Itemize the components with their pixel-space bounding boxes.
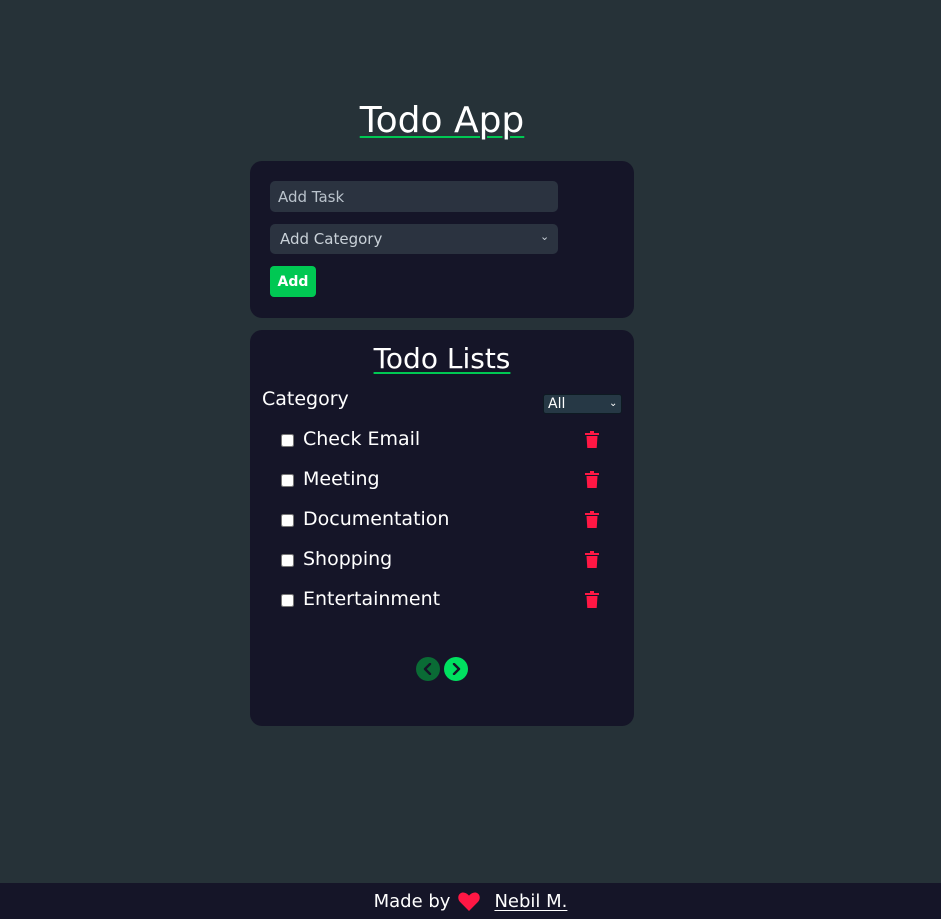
chevron-right-icon [452, 663, 461, 675]
list-title-text: Todo Lists [373, 342, 511, 375]
trash-icon[interactable] [585, 431, 599, 448]
next-page-button[interactable] [444, 657, 468, 681]
todo-item: Shopping [250, 541, 634, 581]
todo-item: Documentation [250, 501, 634, 541]
todo-text: Check Email [303, 428, 421, 450]
footer-made-by: Made by [373, 890, 451, 912]
trash-icon[interactable] [585, 591, 599, 608]
footer: Made by Nebil M. [0, 883, 941, 919]
chevron-left-icon [423, 663, 432, 675]
todo-text: Documentation [303, 508, 450, 530]
heart-icon [458, 891, 481, 911]
page-title: Todo App [0, 100, 884, 141]
todo-item: Entertainment [250, 581, 634, 621]
todo-checkbox[interactable] [281, 554, 294, 567]
category-filter-select[interactable]: All [543, 394, 622, 414]
todo-text: Entertainment [303, 588, 441, 610]
trash-icon[interactable] [585, 471, 599, 488]
todo-item: Meeting [250, 461, 634, 501]
trash-icon[interactable] [585, 511, 599, 528]
add-task-card: Add Category ⌄ Add [250, 161, 634, 318]
todo-checkbox[interactable] [281, 474, 294, 487]
todo-text: Meeting [303, 468, 380, 490]
todo-checkbox[interactable] [281, 514, 294, 527]
list-title: Todo Lists [250, 342, 634, 375]
todo-text: Shopping [303, 548, 393, 570]
task-input[interactable] [270, 181, 558, 212]
page-title-text: Todo App [359, 100, 525, 141]
todo-checkbox[interactable] [281, 594, 294, 607]
todo-item: Check Email [250, 421, 634, 461]
trash-icon[interactable] [585, 551, 599, 568]
add-button[interactable]: Add [270, 266, 316, 297]
todo-checkbox[interactable] [281, 434, 294, 447]
author-link[interactable]: Nebil M. [494, 891, 567, 912]
category-filter-label: Category [262, 388, 349, 410]
category-select[interactable]: Add Category [270, 224, 558, 254]
todo-list-card: Todo Lists Category All ⌄ Check Email Me… [250, 330, 634, 726]
todo-list: Check Email Meeting Documentation Shoppi… [250, 421, 634, 621]
previous-page-button[interactable] [416, 657, 440, 681]
